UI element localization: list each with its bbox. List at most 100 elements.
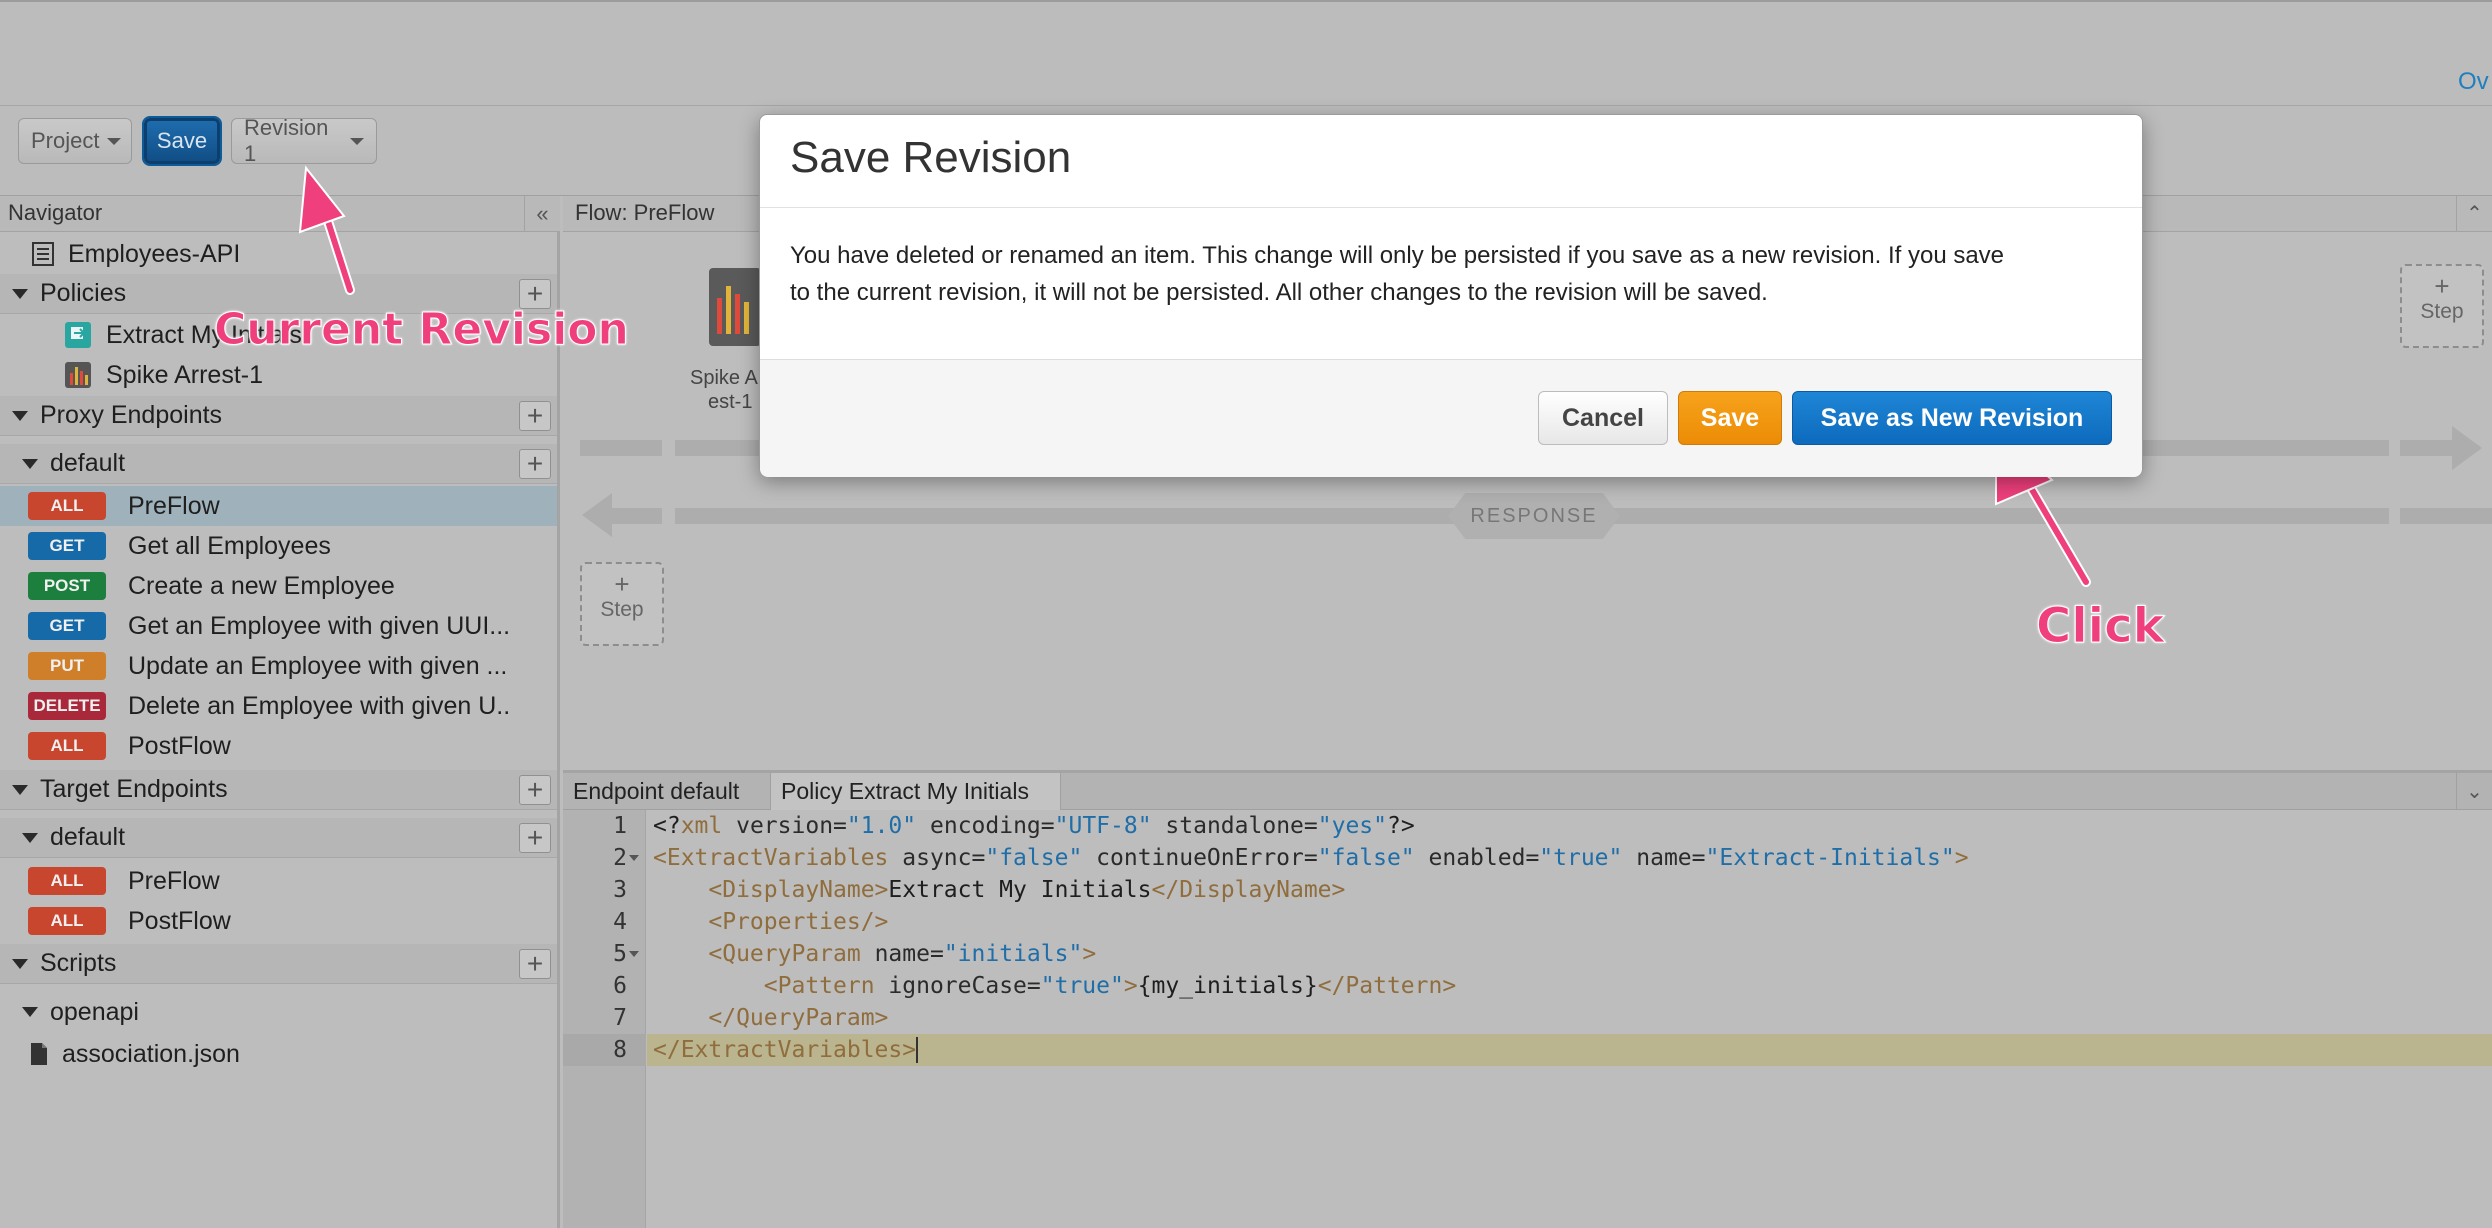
- save-as-new-revision-button[interactable]: Save as New Revision: [1792, 391, 2112, 445]
- code-line: <Properties/>: [708, 909, 889, 935]
- add-step-button[interactable]: + Step: [580, 562, 664, 646]
- response-track: [2400, 508, 2492, 524]
- line-number: 5: [613, 941, 627, 967]
- step-label: Step: [600, 598, 644, 621]
- scripts-folder[interactable]: openapi: [0, 992, 557, 1032]
- save-button[interactable]: Save: [1678, 391, 1782, 445]
- flow-item-preflow[interactable]: ALL PreFlow: [0, 486, 557, 526]
- line-number: 4: [613, 909, 627, 935]
- endpoint-label: default: [50, 823, 126, 851]
- caret-down-icon: [12, 410, 28, 421]
- line-number: 6: [613, 973, 627, 999]
- project-label: Project: [31, 128, 100, 153]
- section-proxy-endpoints[interactable]: Proxy Endpoints +: [0, 396, 557, 436]
- navigator-tree: Employees-API Policies + Extract My Init…: [0, 232, 560, 1228]
- proxy-default-endpoint[interactable]: default +: [0, 444, 557, 484]
- flow-item[interactable]: ALL PreFlow: [0, 861, 557, 901]
- caret-down-icon: [22, 458, 38, 469]
- chevron-down-icon: [107, 137, 122, 145]
- flow-label: PreFlow: [128, 491, 220, 520]
- collapse-down-icon[interactable]: ⌄: [2456, 773, 2492, 810]
- policy-item[interactable]: Spike Arrest-1: [0, 355, 557, 395]
- dialog-footer: Cancel Save Save as New Revision: [760, 359, 2142, 477]
- target-default-endpoint[interactable]: default +: [0, 818, 557, 858]
- code-line: <ExtractVariables async="false" continue…: [653, 845, 1969, 871]
- dialog-message: You have deleted or renamed an item. Thi…: [790, 237, 2120, 311]
- save-button-label: Save: [156, 128, 208, 153]
- section-target-endpoints[interactable]: Target Endpoints +: [0, 770, 557, 810]
- top-bar: Ov: [0, 0, 2492, 106]
- script-file[interactable]: association.json: [0, 1034, 557, 1074]
- method-badge: DELETE: [28, 692, 106, 720]
- cancel-button[interactable]: Cancel: [1538, 391, 1668, 445]
- flow-item[interactable]: GET Get all Employees: [0, 526, 557, 566]
- extract-variables-icon: [65, 322, 91, 348]
- api-name: Employees-API: [68, 239, 241, 268]
- line-number: 7: [613, 1005, 627, 1031]
- navigator-title: Navigator: [8, 200, 103, 225]
- fold-toggle-icon[interactable]: [629, 855, 639, 861]
- divider: [760, 207, 2142, 208]
- section-label: Proxy Endpoints: [40, 401, 223, 429]
- add-flow-button[interactable]: +: [519, 449, 551, 479]
- flow-item[interactable]: ALL PostFlow: [0, 726, 557, 766]
- dialog-title: Save Revision: [790, 133, 1072, 182]
- chevron-down-icon: [350, 137, 364, 145]
- add-script-button[interactable]: +: [519, 949, 551, 979]
- flow-item[interactable]: GET Get an Employee with given UUI...: [0, 606, 557, 646]
- flow-item[interactable]: DELETE Delete an Employee with given U..: [0, 686, 557, 726]
- save-button[interactable]: Save: [144, 118, 220, 164]
- line-number: 8: [613, 1037, 627, 1063]
- method-badge: PUT: [28, 652, 106, 680]
- spike-arrest-icon: [65, 362, 91, 388]
- caret-down-icon: [12, 958, 28, 969]
- collapse-navigator-icon[interactable]: «: [524, 196, 560, 231]
- code-line: <?xml version="1.0" encoding="UTF-8" sta…: [653, 813, 1415, 839]
- fold-toggle-icon[interactable]: [629, 951, 639, 957]
- code-editor[interactable]: 1 2 3 4 5 6 7 8 <?xml version="1.0" enco…: [563, 810, 2492, 1228]
- flow-title: Flow: PreFlow: [575, 200, 715, 225]
- add-flow-button[interactable]: +: [519, 823, 551, 853]
- method-badge: ALL: [28, 907, 106, 935]
- step-label: Step: [2420, 300, 2464, 323]
- line-number: 1: [613, 813, 627, 839]
- file-icon: [31, 1043, 47, 1065]
- navigator-header: Navigator «: [0, 196, 560, 232]
- method-badge: ALL: [28, 867, 106, 895]
- add-proxy-endpoint-button[interactable]: +: [519, 401, 551, 431]
- project-dropdown[interactable]: Project: [18, 118, 132, 164]
- overview-link[interactable]: Ov: [2458, 68, 2492, 96]
- method-badge: ALL: [28, 732, 106, 760]
- flow-item[interactable]: ALL PostFlow: [0, 901, 557, 941]
- add-step-button[interactable]: + Step: [2400, 264, 2484, 348]
- code-line: <DisplayName>Extract My Initials</Displa…: [708, 877, 1346, 903]
- flow-label: Create a new Employee: [128, 571, 395, 600]
- plus-icon: +: [2434, 271, 2450, 301]
- section-scripts[interactable]: Scripts +: [0, 944, 557, 984]
- policy-label: Spike Arrest-1: [106, 360, 264, 389]
- request-track: [580, 440, 662, 456]
- code-line: </QueryParam>: [708, 1005, 889, 1031]
- revision-dropdown[interactable]: Revision 1: [231, 115, 377, 166]
- caret-down-icon: [22, 832, 38, 843]
- flow-item[interactable]: POST Create a new Employee: [0, 566, 557, 606]
- section-label: Scripts: [40, 949, 117, 977]
- flow-item[interactable]: PUT Update an Employee with given ...: [0, 646, 557, 686]
- tab-endpoint-default[interactable]: Endpoint default: [563, 773, 771, 810]
- caret-down-icon: [12, 288, 28, 299]
- api-proxy-item[interactable]: Employees-API: [0, 234, 557, 274]
- flow-label: PostFlow: [128, 731, 231, 760]
- request-track: [2400, 440, 2452, 456]
- flow-label: PostFlow: [128, 906, 231, 935]
- save-revision-dialog: Save Revision You have deleted or rename…: [759, 114, 2143, 477]
- annotation-click: Click: [2036, 598, 2166, 655]
- step-caption-line: est-1: [708, 391, 753, 413]
- line-number: 3: [613, 877, 627, 903]
- response-label: RESPONSE: [1448, 493, 1620, 539]
- collapse-up-icon[interactable]: ⌃: [2456, 196, 2492, 231]
- caret-down-icon: [12, 784, 28, 795]
- tab-policy-extract-my-initials[interactable]: Policy Extract My Initials: [771, 773, 1061, 810]
- add-target-endpoint-button[interactable]: +: [519, 775, 551, 805]
- spike-arrest-step[interactable]: [709, 268, 761, 346]
- flow-label: Delete an Employee with given U..: [128, 691, 511, 720]
